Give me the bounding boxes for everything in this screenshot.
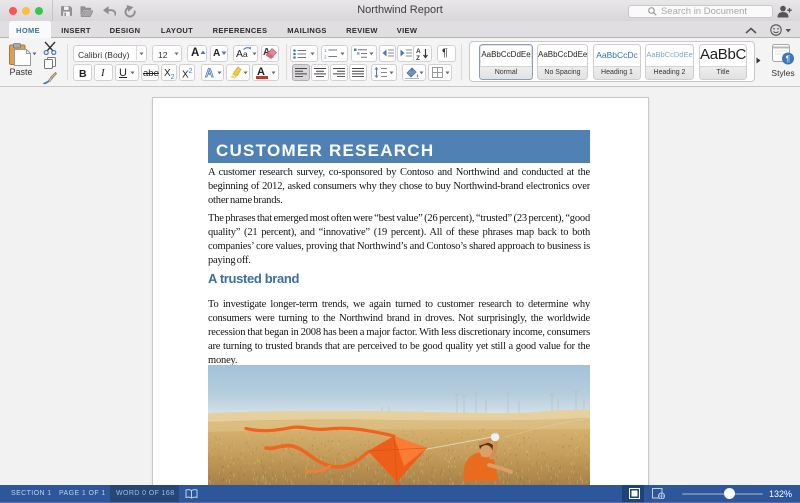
svg-text:Z: Z [416, 55, 420, 60]
svg-text:A: A [416, 48, 421, 55]
svg-text:2: 2 [324, 55, 327, 60]
svg-text:¶: ¶ [786, 55, 790, 64]
svg-text:1: 1 [324, 48, 327, 53]
